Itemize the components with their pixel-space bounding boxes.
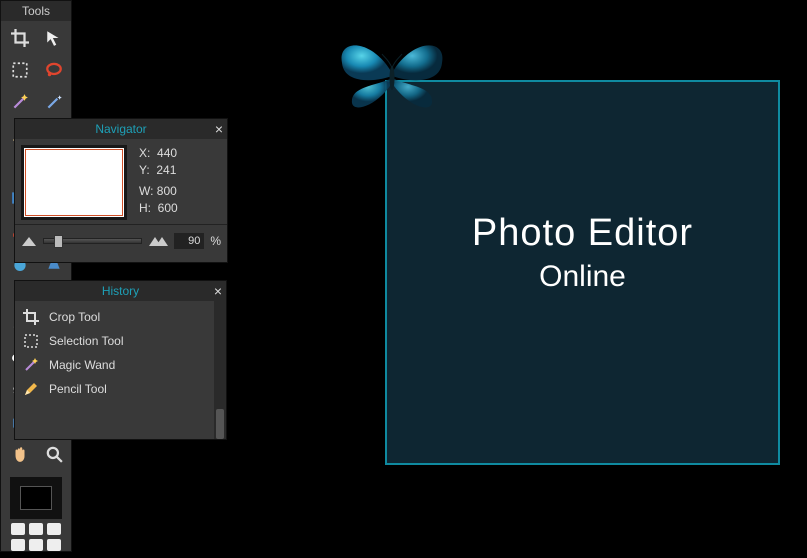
zoom-out-icon[interactable] <box>21 235 37 247</box>
history-item-label: Pencil Tool <box>49 382 107 396</box>
history-item[interactable]: Crop Tool <box>15 305 226 329</box>
foreground-color[interactable] <box>20 486 52 510</box>
alignment-grid[interactable] <box>10 523 62 557</box>
color-swatch[interactable] <box>10 477 62 519</box>
navigator-title: Navigator <box>95 122 146 136</box>
tool-marquee[interactable] <box>5 57 35 87</box>
percent-label: % <box>210 234 221 248</box>
history-item[interactable]: Pencil Tool <box>15 377 226 401</box>
zoom-slider[interactable] <box>43 238 142 244</box>
marquee-icon <box>23 333 39 349</box>
navigator-preview[interactable] <box>21 145 127 220</box>
tool-crop[interactable] <box>5 25 35 55</box>
wand-icon <box>11 93 29 116</box>
crop-icon <box>11 29 29 52</box>
navigator-panel: Navigator × X: 440 Y: 241 W: 800 H: 600 … <box>14 118 228 263</box>
history-scrollbar[interactable] <box>214 301 226 439</box>
tools-header[interactable]: Tools <box>1 1 71 21</box>
zoom-in-icon[interactable] <box>148 235 168 247</box>
tools-title: Tools <box>22 4 50 18</box>
tool-hand[interactable] <box>5 441 35 471</box>
tools-panel: Tools A <box>0 0 72 552</box>
history-item[interactable]: Selection Tool <box>15 329 226 353</box>
zoom-slider-thumb[interactable] <box>54 235 63 248</box>
close-icon[interactable]: × <box>214 283 222 299</box>
zoom-icon <box>45 445 63 468</box>
close-icon[interactable]: × <box>215 121 223 137</box>
lasso-icon <box>45 61 63 84</box>
tool-zoom[interactable] <box>39 441 69 471</box>
history-title: History <box>102 284 139 298</box>
brand-panel: Photo Editor Online <box>385 80 780 465</box>
brand-subtitle: Online <box>387 260 778 294</box>
history-item-label: Crop Tool <box>49 310 100 324</box>
navigator-viewport-rect <box>25 149 123 216</box>
history-scrollbar-thumb[interactable] <box>216 409 224 439</box>
tool-lasso[interactable] <box>39 57 69 87</box>
zoom-value[interactable]: 90 <box>174 233 204 249</box>
move-icon <box>45 29 63 52</box>
navigator-header[interactable]: Navigator × <box>15 119 227 139</box>
history-header[interactable]: History × <box>15 281 226 301</box>
tool-wand-plus[interactable] <box>39 89 69 119</box>
pencil-icon <box>23 381 39 397</box>
wand-icon <box>23 357 39 373</box>
navigator-info: X: 440 Y: 241 W: 800 H: 600 <box>139 145 178 220</box>
brand-title: Photo Editor <box>387 212 778 255</box>
crop-icon <box>23 309 39 325</box>
wand-plus-icon <box>45 93 63 116</box>
history-item[interactable]: Magic Wand <box>15 353 226 377</box>
history-item-label: Selection Tool <box>49 334 124 348</box>
tool-wand[interactable] <box>5 89 35 119</box>
marquee-icon <box>11 61 29 84</box>
history-panel: History × Crop Tool Selection Tool Magic W… <box>14 280 227 440</box>
hand-icon <box>11 445 29 468</box>
tool-move[interactable] <box>39 25 69 55</box>
history-item-label: Magic Wand <box>49 358 115 372</box>
